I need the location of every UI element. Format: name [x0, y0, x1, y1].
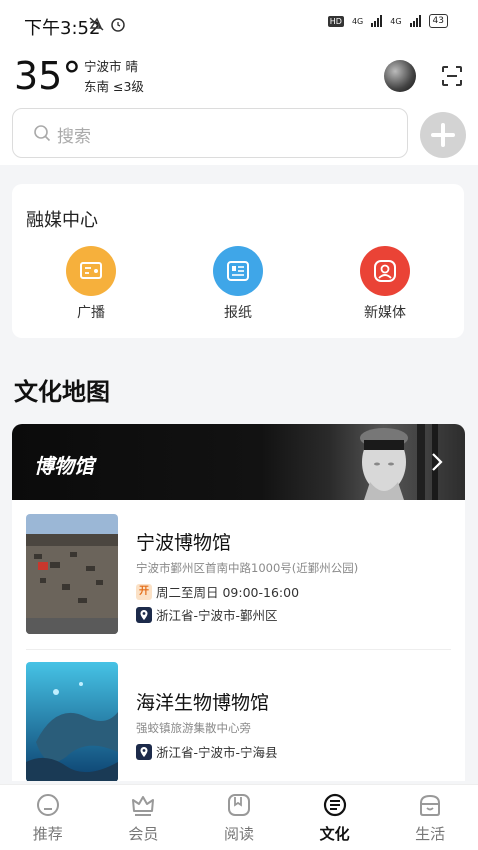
status-right-icons: HD 4G 4G 43	[327, 14, 448, 28]
tab-label: 会员	[128, 825, 159, 843]
life-icon	[420, 794, 441, 816]
museum-banner[interactable]: 博物馆	[12, 424, 465, 500]
statue-image	[360, 424, 438, 500]
media-item-new-media[interactable]: 新媒体	[340, 246, 430, 322]
add-button[interactable]	[420, 112, 466, 158]
signal-icon	[371, 15, 383, 27]
chevron-right-icon	[432, 453, 443, 471]
culture-map-title: 文化地图	[14, 378, 110, 406]
reading-icon	[227, 794, 250, 816]
weather-info: 宁波市 晴 东南 ≤3级	[84, 57, 144, 97]
tab-label: 阅读	[223, 825, 254, 843]
tab-member[interactable]: 会员	[96, 785, 192, 850]
network-1: 4G	[351, 16, 364, 26]
scan-icon[interactable]	[441, 65, 463, 87]
location-pin-icon	[136, 606, 152, 623]
media-label-radio: 广播	[77, 305, 105, 321]
location-pin-icon	[136, 743, 152, 760]
wind-info: 东南 ≤3级	[84, 79, 144, 94]
search-bar[interactable]: 搜索	[12, 108, 408, 158]
search-icon	[34, 125, 51, 142]
media-item-newspaper[interactable]: 报纸	[193, 246, 283, 322]
city-weather: 宁波市 晴	[84, 59, 138, 74]
media-label-newspaper: 报纸	[224, 305, 252, 321]
tab-life[interactable]: 生活	[382, 785, 478, 850]
signal-icon-2	[409, 15, 421, 27]
banner-title: 博物馆	[34, 454, 94, 478]
newspaper-icon	[213, 246, 263, 296]
museum-thumbnail	[26, 662, 118, 781]
hd-badge: HD	[327, 15, 344, 27]
culture-icon	[323, 793, 346, 817]
temperature: 35°	[14, 54, 82, 98]
list-item[interactable]: 海洋生物博物馆 强蛟镇旅游集散中心旁 浙江省-宁波市-宁海县	[12, 650, 465, 781]
radio-icon	[66, 246, 116, 296]
header: 35° 宁波市 晴 东南 ≤3级 搜索	[0, 50, 478, 165]
media-center-title: 融媒中心	[26, 210, 98, 231]
media-label-new-media: 新媒体	[364, 305, 406, 321]
museum-address: 强蛟镇旅游集散中心旁	[136, 721, 251, 735]
mute-alarm-icon	[89, 17, 125, 32]
tab-label: 生活	[415, 825, 446, 843]
region-row: 浙江省-宁波市-鄞州区	[136, 605, 278, 624]
media-item-radio[interactable]: 广播	[46, 246, 136, 322]
tab-label: 文化	[319, 825, 350, 843]
hours-text: 周二至周日 09:00-16:00	[156, 585, 300, 600]
opening-hours: 开 周二至周日 09:00-16:00	[136, 582, 299, 601]
crown-icon	[132, 796, 155, 816]
tab-reading[interactable]: 阅读	[191, 785, 287, 850]
museum-thumbnail	[26, 514, 118, 634]
museum-name: 宁波博物馆	[136, 532, 232, 554]
bottom-tab-bar: 推荐 会员 阅读 文化 生活	[0, 784, 478, 850]
tab-culture[interactable]: 文化	[287, 785, 383, 850]
open-icon: 开	[136, 583, 152, 600]
new-media-icon	[360, 246, 410, 296]
tab-recommend[interactable]: 推荐	[0, 785, 96, 850]
region-text: 浙江省-宁波市-鄞州区	[156, 608, 278, 623]
network-2: 4G	[390, 16, 402, 26]
battery-icon: 43	[428, 14, 448, 28]
tab-label: 推荐	[32, 825, 63, 843]
recommend-icon	[36, 794, 59, 816]
region-row: 浙江省-宁波市-宁海县	[136, 742, 278, 761]
media-center-card: 融媒中心 广播 报纸 新媒体	[12, 184, 464, 338]
region-text: 浙江省-宁波市-宁海县	[156, 745, 278, 760]
museum-address: 宁波市鄞州区首南中路1000号(近鄞州公园)	[136, 561, 359, 575]
avatar[interactable]	[384, 60, 416, 92]
search-placeholder: 搜索	[57, 127, 91, 147]
museum-name: 海洋生物博物馆	[136, 692, 270, 714]
status-notification-icons	[88, 16, 130, 36]
status-bar: 下午3:52 HD 4G 4G 43	[0, 0, 478, 50]
list-item[interactable]: 宁波博物馆 宁波市鄞州区首南中路1000号(近鄞州公园) 开 周二至周日 09:…	[12, 500, 465, 650]
museum-list: 宁波博物馆 宁波市鄞州区首南中路1000号(近鄞州公园) 开 周二至周日 09:…	[12, 500, 465, 781]
